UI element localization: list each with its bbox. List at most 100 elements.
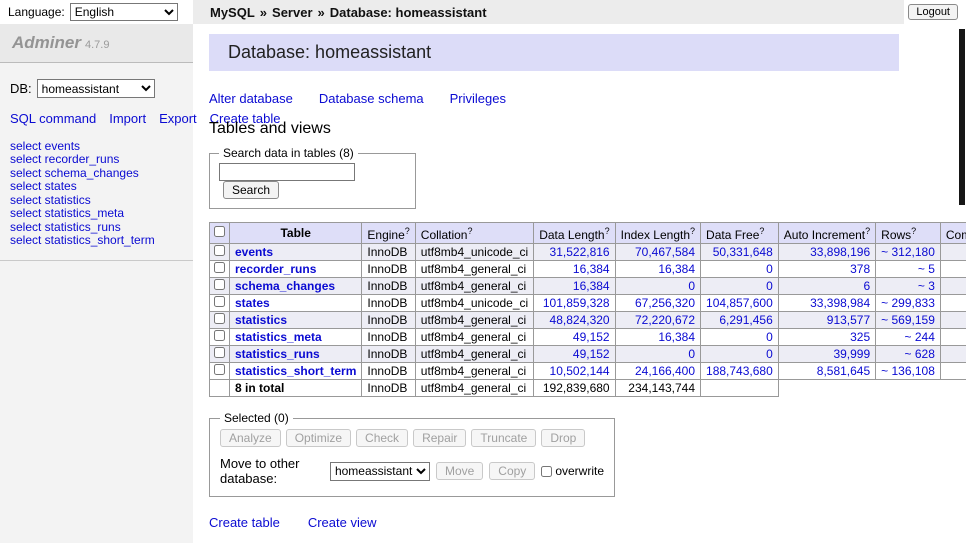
auto-increment-cell: 39,999 xyxy=(778,346,875,363)
row-checkbox[interactable] xyxy=(214,279,225,290)
language-bar: Language: English xyxy=(0,0,193,24)
table-row: eventsInnoDButf8mb4_unicode_ci31,522,816… xyxy=(210,244,966,261)
index-length-cell: 0 xyxy=(615,346,700,363)
data-free-cell: 0 xyxy=(701,329,779,346)
breadcrumb-link-server[interactable]: Server xyxy=(272,5,312,20)
search-legend: Search data in tables (8) xyxy=(219,146,358,160)
data-free-cell: 0 xyxy=(701,261,779,278)
engine-cell: InnoDB xyxy=(362,363,415,380)
check-button[interactable]: Check xyxy=(356,429,408,447)
collation-cell: utf8mb4_general_ci xyxy=(415,261,533,278)
search-input[interactable] xyxy=(219,163,355,181)
database-schema-link[interactable]: Database schema xyxy=(319,91,424,106)
row-checkbox[interactable] xyxy=(214,347,225,358)
table-row: statisticsInnoDButf8mb4_general_ci48,824… xyxy=(210,312,966,329)
db-label: DB: xyxy=(10,81,32,96)
row-checkbox[interactable] xyxy=(214,364,225,375)
app-name[interactable]: Adminer xyxy=(12,33,81,52)
table-link-schema-changes[interactable]: schema_changes xyxy=(235,279,335,293)
table-link-statistics[interactable]: statistics xyxy=(235,313,287,327)
selected-fieldset: Selected (0) AnalyzeOptimizeCheckRepairT… xyxy=(209,411,615,497)
table-link-states[interactable]: states xyxy=(235,296,270,310)
sidebar-action-export[interactable]: Export xyxy=(159,111,197,126)
index-length-cell: 70,467,584 xyxy=(615,244,700,261)
db-select[interactable]: homeassistant xyxy=(37,79,155,98)
main-content: Database: homeassistant Alter databaseDa… xyxy=(193,24,966,543)
copy-button[interactable]: Copy xyxy=(489,462,535,480)
comment-cell xyxy=(940,278,966,295)
create-view-link[interactable]: Create view xyxy=(308,515,377,530)
sidebar-table-link-events[interactable]: select events xyxy=(10,140,183,154)
tables-overview-table: TableEngine?Collation?Data Length?Index … xyxy=(209,222,966,397)
collation-cell: utf8mb4_general_ci xyxy=(415,329,533,346)
language-label: Language: xyxy=(8,5,65,19)
row-checkbox[interactable] xyxy=(214,262,225,273)
optimize-button[interactable]: Optimize xyxy=(286,429,351,447)
sidebar-table-link-recorder-runs[interactable]: select recorder_runs xyxy=(10,153,183,167)
drop-button[interactable]: Drop xyxy=(541,429,585,447)
data-free-cell: 0 xyxy=(701,346,779,363)
overwrite-checkbox[interactable] xyxy=(541,466,552,477)
sidebar-table-link-statistics-runs[interactable]: select statistics_runs xyxy=(10,221,183,235)
table-row: recorder_runs InnoDButf8mb4_general_ci16,… xyxy=(210,261,966,278)
column-header-rows: Rows? xyxy=(876,223,941,244)
breadcrumb-link-mysql[interactable]: MySQL xyxy=(210,5,255,20)
sidebar-action-sql-command[interactable]: SQL command xyxy=(10,111,96,126)
move-db-select[interactable]: homeassistant xyxy=(330,462,430,481)
adminer-logo: Adminer 4.7.9 xyxy=(0,24,193,63)
db-selector-row: DB: homeassistant xyxy=(10,79,183,98)
table-link-events[interactable]: events xyxy=(235,245,273,259)
search-button[interactable]: Search xyxy=(223,181,279,199)
logout-button[interactable]: Logout xyxy=(908,4,958,20)
sidebar-table-link-statistics-meta[interactable]: select statistics_meta xyxy=(10,207,183,221)
table-link-recorder-runs[interactable]: recorder_runs xyxy=(235,262,316,276)
sidebar-table-link-schema-changes[interactable]: select schema_changes xyxy=(10,167,183,181)
language-select[interactable]: English xyxy=(70,3,178,21)
privileges-link[interactable]: Privileges xyxy=(450,91,506,106)
scrollbar-thumb[interactable] xyxy=(959,29,965,205)
sidebar-table-link-statistics[interactable]: select statistics xyxy=(10,194,183,208)
sidebar-table-list: select eventsselect recorder_runsselect … xyxy=(0,140,193,261)
auto-increment-cell: 6 xyxy=(778,278,875,295)
sidebar-action-import[interactable]: Import xyxy=(109,111,146,126)
total-row: 8 in totalInnoDButf8mb4_general_ci192,83… xyxy=(210,380,966,397)
truncate-button[interactable]: Truncate xyxy=(471,429,536,447)
select-all-checkbox[interactable] xyxy=(214,226,225,237)
row-checkbox[interactable] xyxy=(214,330,225,341)
auto-increment-cell: 325 xyxy=(778,329,875,346)
sidebar-table-link-states[interactable]: select states xyxy=(10,180,183,194)
version-label: 4.7.9 xyxy=(85,39,109,51)
column-header-collation: Collation? xyxy=(415,223,533,244)
rows-cell: ~ 244 xyxy=(876,329,941,346)
index-length-cell: 72,220,672 xyxy=(615,312,700,329)
analyze-button[interactable]: Analyze xyxy=(220,429,281,447)
table-link-statistics-runs[interactable]: statistics_runs xyxy=(235,347,320,361)
row-checkbox[interactable] xyxy=(214,296,225,307)
table-link-statistics-short-term[interactable]: statistics_short_term xyxy=(235,364,356,378)
repair-button[interactable]: Repair xyxy=(413,429,466,447)
row-checkbox[interactable] xyxy=(214,245,225,256)
logout-zone: Logout xyxy=(904,0,966,24)
move-row: Move to other database: homeassistant Mo… xyxy=(220,456,604,486)
rows-cell: ~ 569,159 xyxy=(876,312,941,329)
row-checkbox[interactable] xyxy=(214,313,225,324)
overwrite-option: overwrite xyxy=(541,464,604,478)
engine-cell: InnoDB xyxy=(362,261,415,278)
table-link-statistics-meta[interactable]: statistics_meta xyxy=(235,330,322,344)
table-row: schema_changesInnoDButf8mb4_general_ci16… xyxy=(210,278,966,295)
auto-increment-cell: 378 xyxy=(778,261,875,278)
move-label: Move to other database: xyxy=(220,456,324,486)
comment-cell xyxy=(940,312,966,329)
data-free-cell: 104,857,600 xyxy=(701,295,779,312)
column-header-data-length: Data Length? xyxy=(534,223,615,244)
sidebar-table-link-statistics-short-term[interactable]: select statistics_short_term xyxy=(10,234,183,248)
bulk-action-buttons: Analyze Optimize Check Repair Truncate Drop xyxy=(220,429,604,447)
move-button[interactable]: Move xyxy=(436,462,483,480)
overwrite-label: overwrite xyxy=(555,464,604,478)
data-length-cell: 16,384 xyxy=(534,261,615,278)
create-table-link[interactable]: Create table xyxy=(209,515,280,530)
rows-cell: ~ 312,180 xyxy=(876,244,941,261)
breadcrumb-separator: » xyxy=(318,5,325,20)
alter-database-link[interactable]: Alter database xyxy=(209,91,293,106)
column-header-auto-increment: Auto Increment? xyxy=(778,223,875,244)
